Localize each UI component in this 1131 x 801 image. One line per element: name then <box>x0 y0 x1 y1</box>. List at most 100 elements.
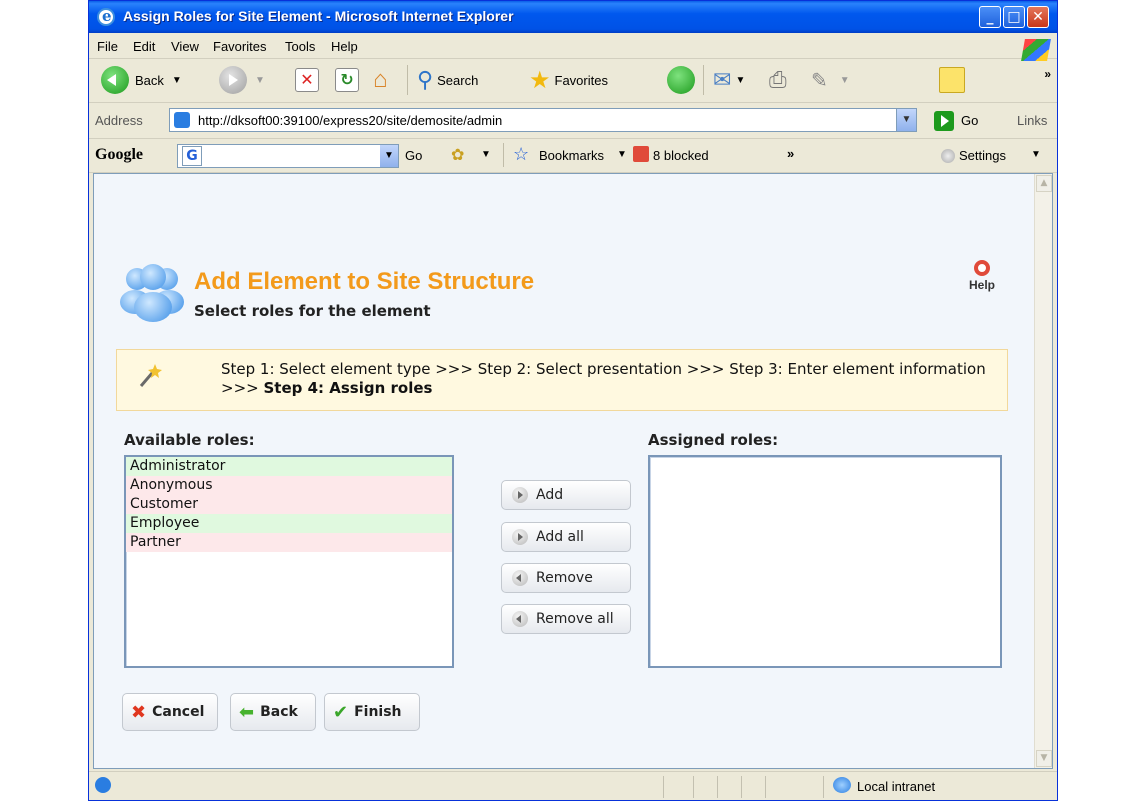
toolbar-separator <box>703 65 704 95</box>
available-roles-label: Available roles: <box>124 431 255 449</box>
address-dropdown-icon[interactable]: ▼ <box>896 109 916 131</box>
forward-dropdown-icon[interactable]: ▼ <box>255 75 265 86</box>
vertical-scrollbar[interactable]: ▲ ▼ <box>1034 174 1052 768</box>
cancel-button[interactable]: ✖ Cancel <box>122 693 218 731</box>
google-logo[interactable]: Google <box>95 146 143 164</box>
history-button[interactable] <box>667 65 695 95</box>
role-item-employee[interactable]: Employee <box>126 514 452 533</box>
menu-favorites[interactable]: Favorites <box>213 39 266 54</box>
address-input[interactable]: http://dksoft00:39100/express20/site/dem… <box>169 108 917 132</box>
help-label: Help <box>968 278 995 292</box>
menu-help[interactable]: Help <box>331 39 358 54</box>
mail-button[interactable]: ✉ ▼ <box>713 65 745 95</box>
available-roles-list[interactable]: Administrator Anonymous Customer Employee Pa… <box>124 455 454 668</box>
remove-all-roles-button[interactable]: Remove all <box>501 604 631 634</box>
status-divider <box>741 776 742 798</box>
toolbar: Back ▼ ▼ ✕ ↻ ⌂ ⚲ Search ★ Favorites ✉ ▼ … <box>89 59 1057 103</box>
role-item-administrator[interactable]: Administrator <box>126 457 452 476</box>
back-arrow-icon <box>101 66 129 94</box>
forward-arrow-icon <box>219 66 247 94</box>
favorites-button[interactable]: ★ Favorites <box>529 65 608 95</box>
back-page-label: Back <box>260 704 298 720</box>
assigned-roles-list[interactable] <box>648 455 1002 668</box>
edit-dropdown-icon[interactable]: ▼ <box>840 75 850 86</box>
address-label: Address <box>95 113 143 128</box>
menu-bar: File Edit View Favorites Tools Help <box>89 33 1057 61</box>
google-go-button[interactable]: Go <box>405 148 422 163</box>
remove-role-button[interactable]: Remove <box>501 563 631 593</box>
help-link[interactable]: Help <box>962 260 1002 292</box>
google-search-dropdown-icon[interactable]: ▼ <box>380 145 398 167</box>
menu-edit[interactable]: Edit <box>133 39 155 54</box>
messenger-button[interactable] <box>939 65 965 95</box>
play-arrow-icon <box>512 487 528 503</box>
cancel-label: Cancel <box>152 704 205 720</box>
toolbar-overflow-icon[interactable]: » <box>1044 67 1051 81</box>
google-options-dropdown-icon[interactable]: ▼ <box>481 149 491 160</box>
bookmarks-button[interactable]: Bookmarks <box>539 148 604 163</box>
google-g-icon[interactable]: G <box>182 146 202 166</box>
print-button[interactable]: ⎙ <box>769 65 787 95</box>
edit-button[interactable]: ✎ ▼ <box>811 65 850 95</box>
scroll-down-icon[interactable]: ▼ <box>1036 750 1052 767</box>
add-all-roles-button[interactable]: Add all <box>501 522 631 552</box>
menu-tools[interactable]: Tools <box>285 39 315 54</box>
print-icon: ⎙ <box>769 67 787 92</box>
page-title: Add Element to Site Structure <box>194 268 535 295</box>
back-page-button[interactable]: ⬅ Back <box>230 693 316 731</box>
internet-explorer-icon <box>97 7 115 26</box>
settings-button[interactable]: Settings <box>959 148 1006 163</box>
back-button[interactable]: Back ▼ <box>101 65 182 95</box>
forward-button[interactable]: ▼ <box>219 65 265 95</box>
menu-view[interactable]: View <box>171 39 199 54</box>
remove-all-roles-label: Remove all <box>536 611 614 627</box>
status-divider <box>823 776 824 798</box>
google-pagerank-icon[interactable]: ✿ <box>451 145 464 165</box>
toolbar-separator <box>407 65 408 95</box>
cancel-x-icon: ✖ <box>131 701 147 723</box>
role-item-customer[interactable]: Customer <box>126 495 452 514</box>
google-overflow-icon[interactable]: » <box>787 146 794 161</box>
role-item-partner[interactable]: Partner <box>126 533 452 552</box>
search-icon: ⚲ <box>417 67 434 92</box>
google-search-input[interactable]: G ▼ <box>177 144 399 168</box>
links-button[interactable]: Links <box>1017 113 1047 128</box>
role-item-anonymous[interactable]: Anonymous <box>126 476 452 495</box>
home-button[interactable]: ⌂ <box>373 65 388 95</box>
go-button[interactable]: Go <box>961 113 978 128</box>
title-bar[interactable]: Assign Roles for Site Element - Microsof… <box>89 1 1057 33</box>
assigned-roles-label: Assigned roles: <box>648 431 779 449</box>
wizard-steps-banner: Step 1: Select element type >>> Step 2: … <box>116 349 1008 411</box>
maximize-button[interactable]: □ <box>1003 6 1025 28</box>
minimize-button[interactable]: _ <box>979 6 1001 28</box>
wizard-steps-text: Step 1: Select element type >>> Step 2: … <box>221 360 1005 398</box>
refresh-button[interactable]: ↻ <box>335 65 359 95</box>
status-divider <box>663 776 664 798</box>
window-title: Assign Roles for Site Element - Microsof… <box>123 8 514 24</box>
content-frame: Add Element to Site Structure Select rol… <box>93 173 1053 769</box>
security-zone-label: Local intranet <box>857 779 936 794</box>
status-divider <box>693 776 694 798</box>
back-dropdown-icon[interactable]: ▼ <box>172 75 182 86</box>
mail-dropdown-icon[interactable]: ▼ <box>735 75 745 86</box>
toolbar-separator <box>503 143 504 167</box>
stop-button[interactable]: ✕ <box>295 65 319 95</box>
bookmarks-dropdown-icon[interactable]: ▼ <box>617 149 627 160</box>
settings-dropdown-icon[interactable]: ▼ <box>1031 149 1041 160</box>
menu-file[interactable]: File <box>97 39 118 54</box>
add-all-roles-label: Add all <box>536 529 584 545</box>
finish-label: Finish <box>354 704 402 720</box>
close-button[interactable]: ✕ <box>1027 6 1049 28</box>
checkmark-icon: ✔ <box>333 701 349 723</box>
scroll-up-icon[interactable]: ▲ <box>1036 175 1052 192</box>
finish-button[interactable]: ✔ Finish <box>324 693 420 731</box>
back-arrow-icon <box>512 570 528 586</box>
search-button[interactable]: ⚲ Search <box>417 65 478 95</box>
messenger-note-icon <box>939 67 965 93</box>
address-bar: Address http://dksoft00:39100/express20/… <box>89 103 1057 139</box>
go-arrow-icon[interactable] <box>934 111 954 131</box>
edit-icon: ✎ <box>811 69 828 92</box>
status-bar: Local intranet <box>89 771 1057 800</box>
popup-blocked-count[interactable]: 8 blocked <box>653 148 709 163</box>
add-role-button[interactable]: Add <box>501 480 631 510</box>
